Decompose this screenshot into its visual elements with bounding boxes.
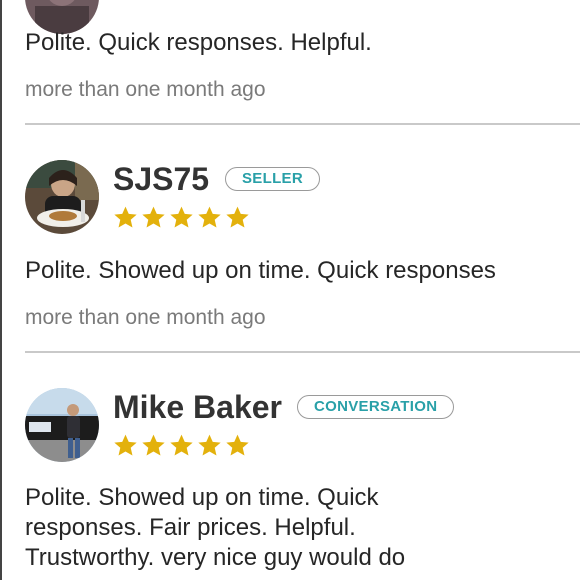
star-rating bbox=[113, 433, 250, 458]
star-rating bbox=[113, 205, 250, 230]
star-icon bbox=[226, 434, 249, 456]
reviewer-name[interactable]: Mike Baker bbox=[113, 391, 282, 423]
reviewer-name[interactable]: SJS75 bbox=[113, 163, 209, 195]
star-icon bbox=[170, 206, 193, 228]
review-timestamp: more than one month ago bbox=[25, 306, 266, 329]
star-icon bbox=[226, 206, 249, 228]
review-text: Polite. Quick responses. Helpful. bbox=[25, 29, 372, 56]
review-text: Polite. Showed up on time. Quick respons… bbox=[25, 484, 406, 571]
review-text: Polite. Showed up on time. Quick respons… bbox=[25, 257, 496, 284]
seller-badge: SELLER bbox=[225, 167, 320, 191]
conversation-badge: CONVERSATION bbox=[297, 395, 455, 419]
review-card-2: Mike Baker CONVERSATION Polite. Showed u… bbox=[25, 388, 580, 580]
star-icon bbox=[114, 434, 137, 456]
review-divider bbox=[25, 351, 580, 353]
star-icon bbox=[142, 206, 165, 228]
star-icon bbox=[170, 434, 193, 456]
reviewer-avatar-1[interactable] bbox=[25, 160, 99, 234]
reviewer-avatar-2[interactable] bbox=[25, 388, 99, 462]
star-icon bbox=[114, 206, 137, 228]
left-border bbox=[0, 0, 2, 580]
star-icon bbox=[198, 434, 221, 456]
review-divider bbox=[25, 123, 580, 125]
review-timestamp: more than one month ago bbox=[25, 78, 266, 101]
star-icon bbox=[198, 206, 221, 228]
star-icon bbox=[142, 434, 165, 456]
review-card-1: SJS75 SELLER Polite. Showed up on time. … bbox=[25, 160, 580, 340]
review-card-0: Polite. Quick responses. Helpful. more t… bbox=[25, 0, 580, 120]
